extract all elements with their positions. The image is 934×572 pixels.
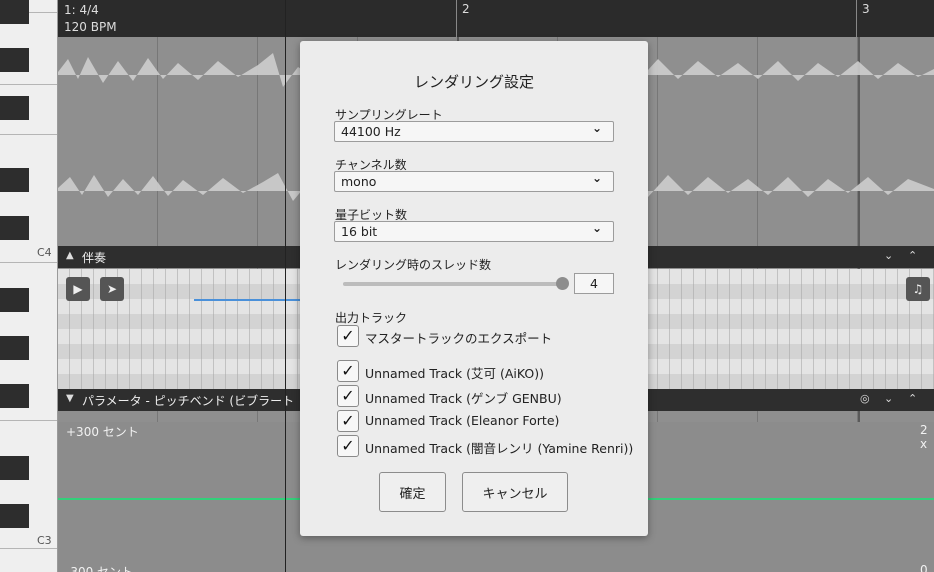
parameter-name: パラメータ - ピッチベンド (ビブラート — [82, 394, 295, 408]
param-top-value: +300 セント — [66, 425, 139, 439]
cursor-arrow-icon[interactable]: ➤ — [100, 277, 124, 301]
black-key[interactable] — [0, 504, 29, 528]
black-key[interactable] — [0, 216, 29, 240]
cancel-button[interactable]: キャンセル — [462, 472, 568, 512]
chevron-down-icon: ⌄ — [591, 171, 602, 185]
track-label: Unnamed Track (闇音レンリ (Yamine Renri)) — [365, 441, 634, 456]
triangle-down-icon[interactable]: ▼ — [66, 393, 74, 404]
black-key[interactable] — [0, 384, 29, 408]
threads-slider[interactable] — [343, 282, 565, 286]
master-export-label: マスタートラックのエクスポート — [365, 331, 553, 346]
chevron-down-icon: ⌄ — [591, 121, 602, 135]
white-key-divider — [0, 134, 57, 135]
black-key[interactable] — [0, 456, 29, 480]
channels-value: mono — [341, 174, 377, 189]
bar-line — [856, 0, 857, 37]
render-settings-dialog: レンダリング設定 サンプリングレート 44100 Hz ⌄ チャンネル数 mon… — [300, 41, 648, 536]
chevron-up-icon[interactable]: ⌃ — [908, 392, 917, 405]
bar-number-2: 2 — [462, 2, 470, 16]
white-key-divider — [0, 84, 57, 85]
white-key-divider — [0, 548, 57, 549]
settings-icon[interactable]: ◎ — [860, 392, 870, 405]
chevron-down-icon[interactable]: ⌄ — [884, 249, 893, 262]
bit-depth-select[interactable]: 16 bit ⌄ — [334, 221, 614, 242]
chevron-down-icon[interactable]: ⌄ — [884, 392, 893, 405]
param-right-top: 2 x — [920, 423, 928, 451]
key-label-c3: C3 — [37, 534, 52, 547]
black-key[interactable] — [0, 288, 29, 312]
black-key[interactable] — [0, 168, 29, 192]
track-label: Unnamed Track (艾可 (AiKO)) — [365, 366, 544, 381]
threads-slider-thumb[interactable] — [556, 277, 569, 290]
track-label: Unnamed Track (Eleanor Forte) — [365, 413, 560, 428]
triangle-up-icon[interactable]: ▲ — [66, 250, 74, 261]
confirm-button[interactable]: 確定 — [379, 472, 446, 512]
track-label: Unnamed Track (ゲンブ GENBU) — [365, 391, 562, 406]
checkmark-icon[interactable]: ✓ — [337, 410, 359, 432]
checkmark-icon[interactable]: ✓ — [337, 435, 359, 457]
bar-number-3: 3 — [862, 2, 870, 16]
playhead[interactable] — [285, 0, 286, 572]
key-label-c4: C4 — [37, 246, 52, 259]
timeline-ruler[interactable]: 1: 4/4 120 BPM 2 3 — [58, 0, 934, 37]
dialog-title: レンダリング設定 — [413, 73, 534, 91]
black-key[interactable] — [0, 0, 29, 24]
track-name: 伴奏 — [82, 251, 107, 265]
chevron-up-icon[interactable]: ⌃ — [908, 249, 917, 262]
white-key-divider — [0, 262, 57, 263]
output-tracks-label: 出力トラック — [335, 311, 408, 325]
channels-select[interactable]: mono ⌄ — [334, 171, 614, 192]
time-signature: 1: 4/4 — [64, 3, 99, 17]
checkmark-icon[interactable]: ✓ — [337, 325, 359, 347]
param-bottom-value: -300 セント — [66, 565, 134, 572]
black-key[interactable] — [0, 336, 29, 360]
note-line[interactable] — [194, 299, 304, 301]
checkmark-icon[interactable]: ✓ — [337, 360, 359, 382]
music-note-icon[interactable]: ♫ — [906, 277, 930, 301]
sample-rate-value: 44100 Hz — [341, 124, 401, 139]
white-key-divider — [0, 420, 57, 421]
piano-keyboard[interactable]: C4 C3 — [0, 0, 58, 572]
tempo: 120 BPM — [64, 20, 117, 34]
chevron-down-icon: ⌄ — [591, 221, 602, 235]
black-key[interactable] — [0, 48, 29, 72]
black-key[interactable] — [0, 96, 29, 120]
play-icon[interactable]: ▶ — [66, 277, 90, 301]
sample-rate-select[interactable]: 44100 Hz ⌄ — [334, 121, 614, 142]
param-right-bottom: 0 x — [920, 563, 928, 572]
bit-depth-value: 16 bit — [341, 224, 378, 239]
threads-input[interactable]: 4 — [574, 273, 614, 294]
bar-line — [456, 0, 457, 37]
checkmark-icon[interactable]: ✓ — [337, 385, 359, 407]
threads-label: レンダリング時のスレッド数 — [335, 258, 492, 272]
